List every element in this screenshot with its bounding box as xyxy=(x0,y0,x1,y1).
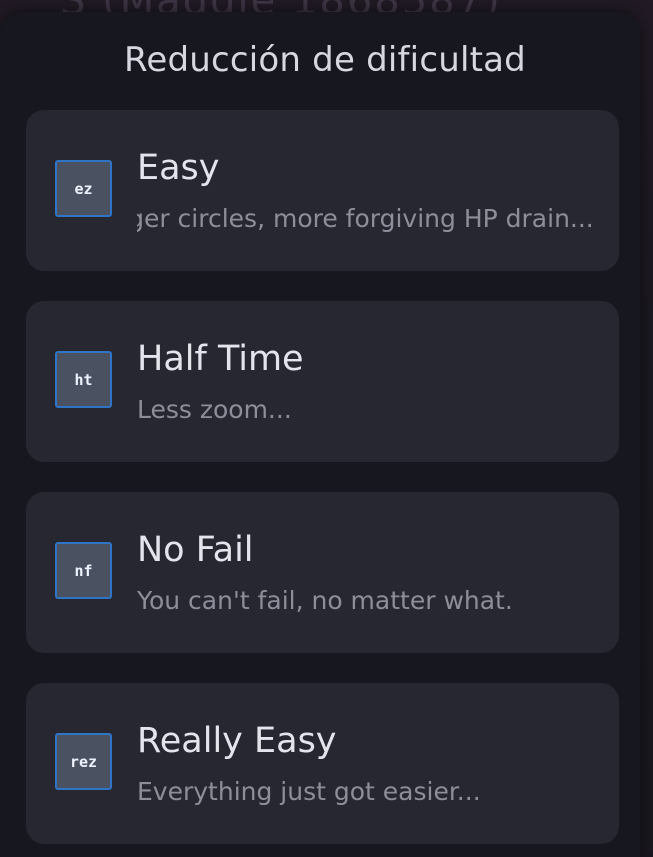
mod-description-container: Less zoom... xyxy=(137,395,597,435)
rez-mod-icon: rez xyxy=(55,733,112,790)
mod-description: You can't fail, no matter what. xyxy=(137,586,513,615)
panel-title: Reducción de dificultad xyxy=(0,40,650,80)
mod-select-panel: Reducción de dificultad ez Easy Larger c… xyxy=(0,12,640,857)
mod-description-container: Larger circles, more forgiving HP drain.… xyxy=(137,204,597,244)
nf-mod-icon: nf xyxy=(55,542,112,599)
mod-name: Really Easy xyxy=(137,721,337,761)
mod-name: No Fail xyxy=(137,530,254,570)
mod-description-container: You can't fail, no matter what. xyxy=(137,586,597,626)
mod-card-really-easy[interactable]: rez Really Easy Everything just got easi… xyxy=(26,683,619,844)
mod-description-container: Everything just got easier... xyxy=(137,777,597,817)
mod-card-no-fail[interactable]: nf No Fail You can't fail, no matter wha… xyxy=(26,492,619,653)
mod-name: Half Time xyxy=(137,339,304,379)
mod-card-easy[interactable]: ez Easy Larger circles, more forgiving H… xyxy=(26,110,619,271)
mod-card-half-time[interactable]: ht Half Time Less zoom... xyxy=(26,301,619,462)
mod-description: Larger circles, more forgiving HP drain.… xyxy=(137,204,594,233)
ht-mod-icon: ht xyxy=(55,351,112,408)
ez-mod-icon: ez xyxy=(55,160,112,217)
mod-description: Everything just got easier... xyxy=(137,777,481,806)
mod-description: Less zoom... xyxy=(137,395,292,424)
mod-name: Easy xyxy=(137,148,220,188)
